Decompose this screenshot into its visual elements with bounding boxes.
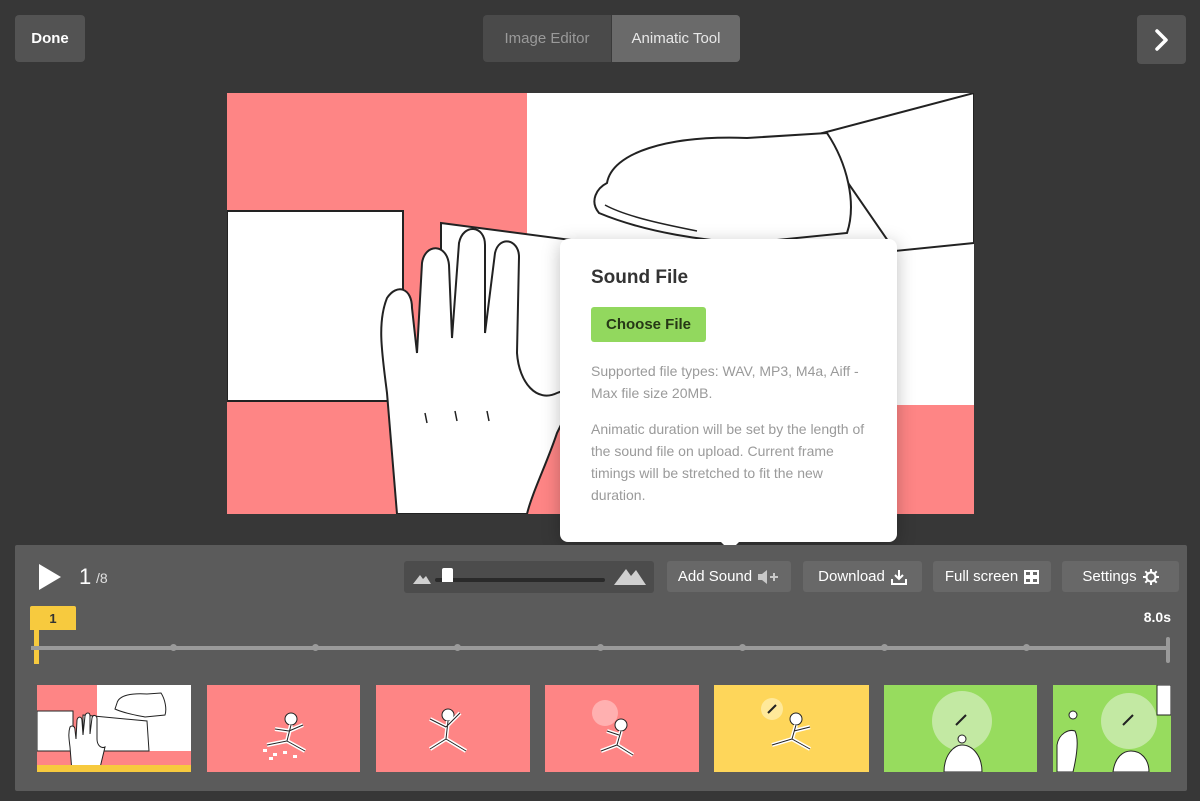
timeline-tick: [738, 644, 746, 651]
zoom-in-mountain-icon: [614, 569, 646, 585]
popover-title: Sound File: [591, 267, 689, 288]
download-button[interactable]: Download: [803, 561, 922, 592]
tab-animatic-tool[interactable]: Animatic Tool: [612, 15, 740, 62]
timeline-tick: [312, 644, 320, 651]
fullscreen-button[interactable]: Full screen: [933, 561, 1051, 592]
thumbnail-illustration: [37, 685, 191, 772]
timeline-tick: [1022, 644, 1030, 651]
speaker-plus-icon: [758, 569, 779, 584]
add-sound-label: Add Sound: [677, 568, 753, 585]
zoom-track: [435, 578, 605, 582]
duration-info-text: Animatic duration will be set by the len…: [591, 421, 865, 503]
timeline-tick: [170, 644, 178, 651]
add-sound-button[interactable]: Add Sound: [667, 561, 791, 592]
timeline-track[interactable]: [31, 644, 1168, 651]
fullscreen-icon: [1024, 569, 1040, 584]
total-frames: /8: [96, 570, 108, 586]
next-button[interactable]: [1137, 15, 1186, 64]
sound-file-popover: Sound File Choose File Supported file ty…: [560, 239, 897, 551]
thumbnail-illustration: [207, 685, 360, 772]
thumbnail-illustration: [884, 685, 1037, 772]
choose-file-button[interactable]: Choose File: [591, 307, 707, 342]
supported-file-types-text: Supported file types: WAV, MP3, M4a, Aif…: [591, 363, 859, 401]
done-button[interactable]: Done: [15, 15, 85, 62]
tab-image-editor[interactable]: Image Editor: [483, 15, 612, 62]
thumbnail-illustration: [714, 685, 869, 772]
timeline-tick: [454, 644, 462, 651]
frame-thumbnail-4[interactable]: [545, 685, 699, 772]
mode-switch: Image Editor Animatic Tool: [483, 15, 740, 62]
settings-button[interactable]: Settings: [1062, 561, 1179, 592]
playhead-marker[interactable]: 1: [30, 606, 76, 630]
frame-thumbnail-3[interactable]: [376, 685, 530, 772]
timeline-end-handle[interactable]: [1166, 637, 1170, 663]
animatic-control-panel: 1 /8 Add Sound Download Full screen Sett…: [15, 545, 1187, 791]
chevron-right-icon: [1154, 28, 1168, 51]
timeline-tick: [596, 644, 604, 651]
thumbnail-illustration: [376, 685, 530, 772]
animatic-duration: 8.0s: [1143, 609, 1171, 625]
timeline-zoom-slider[interactable]: [404, 561, 654, 593]
zoom-out-mountain-icon: [413, 575, 431, 584]
zoom-thumb[interactable]: [441, 568, 453, 582]
play-icon: [39, 564, 61, 590]
frame-thumbnail-1[interactable]: [37, 685, 191, 772]
frame-thumbnail-6[interactable]: [884, 685, 1037, 772]
fullscreen-label: Full screen: [944, 568, 1019, 585]
frame-thumbnail-7[interactable]: [1053, 685, 1171, 772]
thumbnail-illustration: [1053, 685, 1171, 772]
frame-thumbnail-5[interactable]: [714, 685, 869, 772]
current-frame-number: 1: [79, 564, 92, 589]
download-icon: [890, 569, 907, 585]
thumbnail-illustration: [545, 685, 699, 772]
settings-label: Settings: [1082, 568, 1137, 585]
timeline-tick: [880, 644, 888, 651]
play-button[interactable]: [37, 562, 63, 597]
gear-icon: [1142, 568, 1159, 585]
frame-thumbnail-2[interactable]: [207, 685, 360, 772]
download-label: Download: [818, 568, 885, 585]
